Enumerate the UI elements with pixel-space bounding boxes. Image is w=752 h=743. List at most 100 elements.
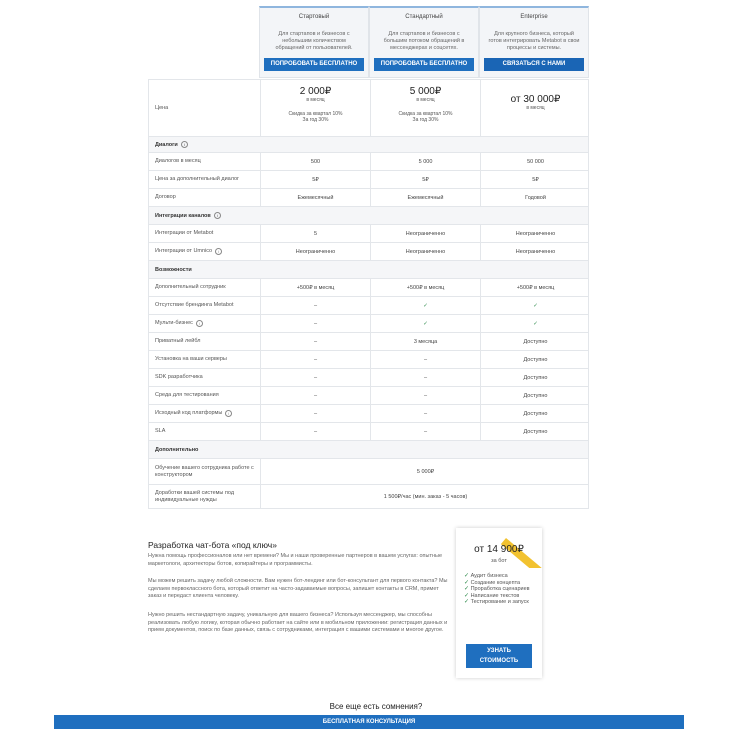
table-cell: ✓ (370, 315, 480, 332)
table-cell: Годовой (480, 189, 590, 206)
plan-name: Стартовый (298, 14, 330, 20)
section-title: Возможности (155, 266, 192, 273)
feature-item: ✓ Тестирование и запуск (464, 599, 529, 605)
table-cell: – (370, 387, 480, 404)
turnkey-paragraph-2: Мы можем решить задачу любой сложности. … (148, 578, 448, 599)
turnkey-paragraph-1: Нужна помощь профессионалов или нет врем… (148, 553, 443, 567)
table-cell: – (260, 369, 370, 386)
table-cell: Неограниченно (370, 243, 480, 260)
section-header: Интеграции каналов i (148, 207, 589, 225)
row-label: Отсутствие брендинга Metabot (155, 302, 234, 308)
price-period: в месяц (416, 97, 435, 103)
plan-desc: Для стартапов и бизнесов с небольшим кол… (275, 31, 353, 51)
section-header: Дополнительно (148, 441, 589, 459)
section-title: Диалоги i (155, 137, 188, 152)
table-row: SDK разработчика – – Доступно (148, 369, 589, 387)
table-cell: Доступно (480, 387, 590, 404)
table-cell: ✓ (370, 297, 480, 314)
row-label: SLA (155, 428, 166, 434)
check-icon: ✓ (464, 592, 470, 599)
check-icon: ✓ (464, 599, 470, 605)
plan-card-enterprise: Enterprise Для крупного бизнеса, который… (479, 6, 589, 78)
price-value: от 30 000₽ (510, 94, 561, 105)
table-row: SLA – – Доступно (148, 423, 589, 441)
table-cell: Доступно (480, 405, 590, 422)
table-row: Договор Ежемесячный Ежемесячный Годовой (148, 189, 589, 207)
row-label: Обучение вашего сотрудника работе с конс… (155, 464, 254, 478)
card-features: ✓ Аудит бизнеса ✓ Создание концепта ✓ Пр… (464, 573, 538, 606)
plan-desc: Для стартапов и бизнесов с большим поток… (383, 31, 465, 51)
table-row: Дополнительный сотрудник +500₽ в месяц +50… (148, 279, 589, 297)
row-label: Исходный код платформы i (155, 405, 255, 422)
table-cell: ✓ (480, 315, 590, 332)
try-free-button[interactable]: ПОПРОБОВАТЬ БЕСПЛАТНО (264, 58, 364, 71)
table-cell: Неограниченно (480, 243, 590, 260)
table-cell: Доступно (480, 333, 590, 350)
table-cell: Доступно (480, 369, 590, 386)
info-icon[interactable]: i (195, 320, 203, 327)
table-cell: – (260, 423, 370, 440)
table-row: Исходный код платформы i – – Доступно (148, 405, 589, 423)
row-label: Дополнительный сотрудник (155, 284, 226, 290)
table-row: Установка на ваши серверы – – Доступно (148, 351, 589, 369)
table-row: Мульти-бизнес i – ✓ ✓ (148, 315, 589, 333)
turnkey-price-card: от 14 900₽ за бот ✓ Аудит бизнеса ✓ Созд… (456, 528, 542, 678)
row-label: Мульти-бизнес i (155, 315, 255, 332)
table-cell: 50 000 (480, 153, 590, 170)
price-label: Цена (155, 105, 169, 111)
table-row: Среда для тестирования – – Доступно (148, 387, 589, 405)
table-row: Интеграции от Umnico i Неограниченно Неогра… (148, 243, 589, 261)
info-icon[interactable]: i (225, 410, 233, 417)
info-icon[interactable]: i (180, 141, 188, 148)
plan-name: Enterprise (520, 14, 548, 20)
table-row: Доработки вашей системы под индивидуальн… (148, 485, 589, 509)
row-label: Интеграции от Metabot (155, 230, 214, 236)
discount-year: За год 30% (302, 117, 329, 123)
row-label: Цена за дополнительный диалог (155, 176, 240, 182)
info-icon[interactable]: i (213, 212, 221, 219)
turnkey-title: Разработка чат-бота «под ключ» (148, 540, 277, 550)
table-cell: 3 месяца (370, 333, 480, 350)
table-row: Приватный лейбл –3 месяца Доступно (148, 333, 589, 351)
table-cell: +500₽ в месяц (480, 279, 590, 296)
plan-card-standard: Стандартный Для стартапов и бизнесов с б… (369, 6, 479, 78)
check-icon: ✓ (464, 579, 470, 586)
table-cell: – (260, 387, 370, 404)
discount-year: За год 30% (412, 117, 439, 123)
turnkey-paragraph-3: Нужно решить нестандартную задачу, уника… (148, 612, 448, 633)
info-icon[interactable]: i (215, 248, 223, 255)
table-cell: 5 000 (370, 153, 480, 170)
table-cell: 5₽ (260, 171, 370, 188)
price-cell: 2 000₽ в месяц Скидка за квартал 10% За … (260, 80, 370, 136)
get-price-button[interactable]: УЗНАТЬ СТОИМОСТЬ (466, 644, 532, 668)
table-cell: Доступно (480, 351, 590, 368)
table-cell: 5₽ (370, 171, 480, 188)
free-consultation-button[interactable]: БЕСПЛАТНАЯ КОНСУЛЬТАЦИЯ (54, 715, 684, 729)
check-icon: ✓ (464, 573, 470, 579)
contact-us-button[interactable]: СВЯЗАТЬСЯ С НАМИ (484, 58, 584, 71)
table-cell: – (260, 333, 370, 350)
card-unit: за бот (491, 558, 507, 564)
row-label: Среда для тестирования (155, 392, 219, 398)
table-cell: 500 (260, 153, 370, 170)
card-price: от 14 900₽ (474, 544, 524, 555)
plan-card-starter: Стартовый Для стартапов и бизнесов с неб… (259, 6, 369, 78)
table-cell: – (370, 405, 480, 422)
doubts-heading: Все еще есть сомнения? (329, 702, 423, 711)
table-cell: – (260, 351, 370, 368)
row-label: Договор (155, 194, 176, 200)
table-cell: Неограниченно (370, 225, 480, 242)
try-free-button[interactable]: ПОПРОБОВАТЬ БЕСПЛАТНО (374, 58, 474, 71)
row-label: SDK разработчика (155, 374, 203, 380)
check-icon: ✓ (464, 586, 470, 592)
table-cell: – (370, 423, 480, 440)
table-cell: 5₽ (480, 171, 590, 188)
row-label: Установка на ваши серверы (155, 356, 227, 362)
table-cell: – (370, 369, 480, 386)
price-period: в месяц (526, 105, 545, 111)
plan-desc: Для крупного бизнеса, который готов инте… (488, 31, 580, 51)
row-label: Диалогов в месяц (155, 158, 201, 164)
table-cell: – (260, 405, 370, 422)
table-cell: Ежемесячный (260, 189, 370, 206)
section-title: Интеграции каналов i (155, 207, 221, 224)
